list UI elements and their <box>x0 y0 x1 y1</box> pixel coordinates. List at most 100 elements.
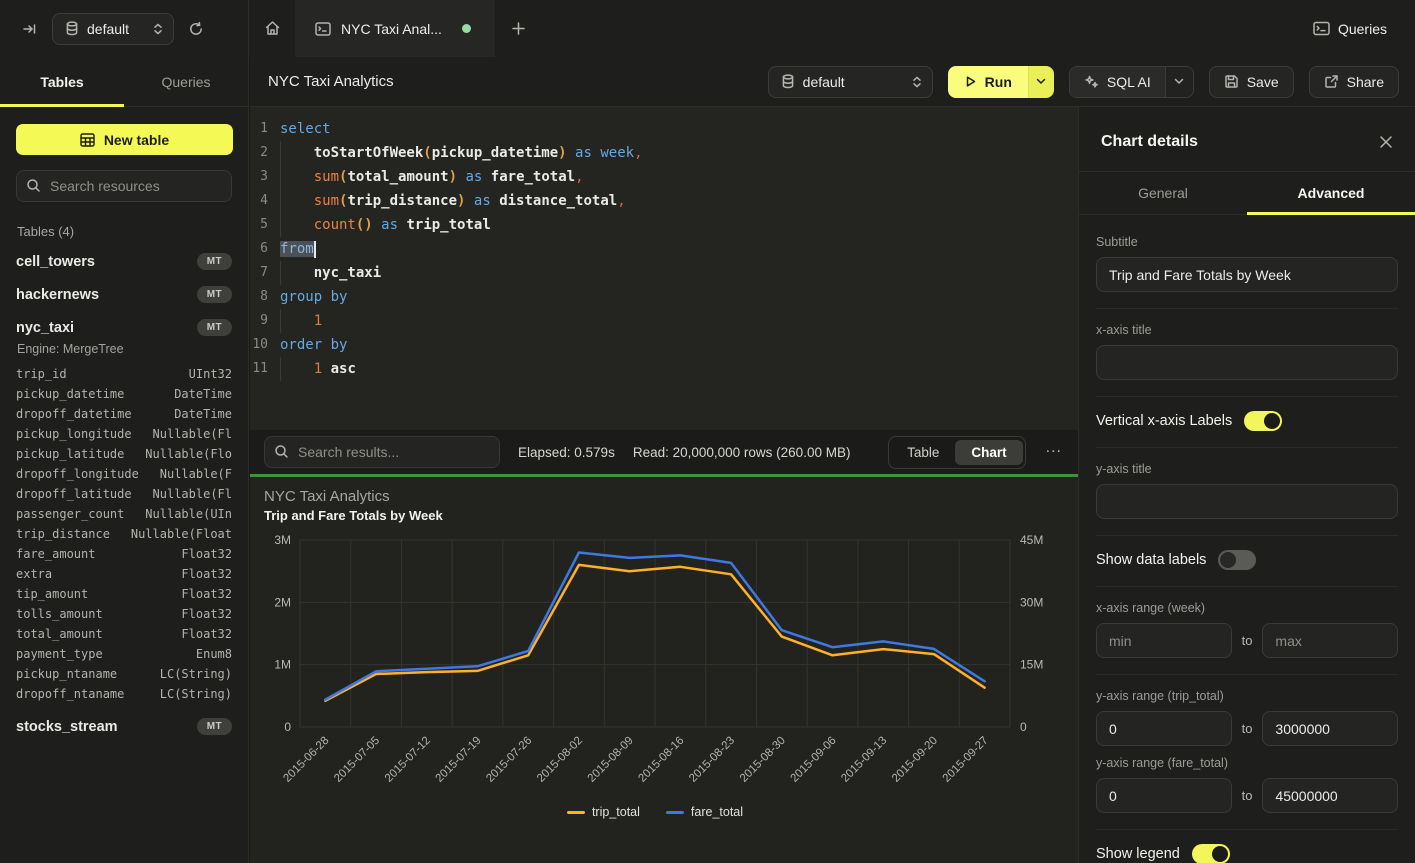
more-options-button[interactable]: ... <box>1044 439 1064 465</box>
legend-item-trip_total[interactable]: trip_total <box>567 805 640 819</box>
right-axis-tick: 45M <box>1020 533 1043 547</box>
sidebar-tab-tables[interactable]: Tables <box>0 57 124 106</box>
sql-editor[interactable]: 1select2 toStartOfWeek(pickup_datetime) … <box>250 107 1078 430</box>
sql-ai-caret[interactable] <box>1165 67 1193 97</box>
database-selector-toolbar[interactable]: default <box>768 66 933 98</box>
column-row: total_amountFloat32 <box>16 624 232 644</box>
resource-search-input[interactable] <box>16 170 232 202</box>
show-legend-toggle[interactable] <box>1192 844 1230 863</box>
code-token <box>280 193 314 209</box>
engine-badge: MT <box>197 253 232 270</box>
column-type: Nullable(F <box>160 464 232 484</box>
run-label: Run <box>985 74 1012 90</box>
column-name: tolls_amount <box>16 604 103 624</box>
results-search-input[interactable] <box>264 436 500 468</box>
tab-nyc-taxi-analytics[interactable]: NYC Taxi Anal... <box>295 0 495 57</box>
x-axis-label: 2015-08-16 <box>636 735 686 785</box>
column-type: Nullable(Flo <box>145 444 232 464</box>
column-name: fare_amount <box>16 544 95 564</box>
table-row[interactable]: stocks_streamMT <box>16 710 232 743</box>
legend-swatch <box>666 811 684 814</box>
share-button[interactable]: Share <box>1309 66 1399 98</box>
table-row[interactable]: cell_towersMT <box>16 245 232 278</box>
show-data-labels-toggle[interactable] <box>1218 550 1256 570</box>
sql-ai-button[interactable]: SQL AI <box>1070 67 1165 97</box>
yaxis-range-trip-label: y-axis range (trip_total) <box>1096 689 1398 703</box>
sql-ai-label: SQL AI <box>1107 74 1151 90</box>
code-token: distance_total <box>499 193 617 209</box>
elapsed-time: Elapsed: 0.579s <box>518 445 615 460</box>
results-toolbar: Elapsed: 0.579s Read: 20,000,000 rows (2… <box>250 430 1078 477</box>
sidebar-tab-queries[interactable]: Queries <box>124 57 248 106</box>
text-cursor <box>314 241 316 258</box>
table-row[interactable]: nyc_taxiMT <box>16 311 232 344</box>
run-button[interactable]: Run <box>948 66 1028 98</box>
code-token: sum <box>314 193 339 209</box>
line-number: 2 <box>250 141 280 165</box>
new-table-button[interactable]: New table <box>16 124 233 155</box>
x-axis-label: 2015-08-30 <box>738 735 788 785</box>
left-axis-tick: 1M <box>274 658 291 672</box>
code-token: trip_distance <box>347 193 457 209</box>
column-name: passenger_count <box>16 504 124 524</box>
line-code: select <box>280 117 331 141</box>
column-type: DateTime <box>174 384 232 404</box>
database-selector-top[interactable]: default <box>52 13 174 45</box>
panel-tab-advanced[interactable]: Advanced <box>1247 172 1415 214</box>
x-axis-label: 2015-06-28 <box>281 735 331 785</box>
vertical-xaxis-labels-toggle[interactable] <box>1244 411 1282 431</box>
new-tab-button[interactable] <box>495 0 541 57</box>
xaxis-range-max-input[interactable] <box>1262 623 1398 658</box>
code-token: select <box>280 121 331 137</box>
code-token <box>280 169 314 185</box>
table-view-tab[interactable]: Table <box>891 440 955 465</box>
subtitle-label: Subtitle <box>1096 235 1398 249</box>
yaxis-range-fare-row: to <box>1096 778 1398 813</box>
code-token: ) <box>449 169 457 185</box>
yaxis-range-fare-min-input[interactable] <box>1096 778 1232 813</box>
table-row[interactable]: hackernewsMT <box>16 278 232 311</box>
column-row: dropoff_datetimeDateTime <box>16 404 232 424</box>
line-number: 11 <box>250 357 280 381</box>
code-token: pickup_datetime <box>432 145 558 161</box>
new-table-label: New table <box>104 132 169 148</box>
left-axis-tick: 0 <box>284 720 291 734</box>
line-number: 5 <box>250 213 280 237</box>
column-name: pickup_longitude <box>16 424 132 444</box>
search-icon <box>26 178 41 193</box>
tables-section-title: Tables (4) <box>17 224 232 239</box>
code-token: count <box>314 217 356 233</box>
tab-strip: NYC Taxi Anal... <box>249 0 541 57</box>
close-icon[interactable] <box>1379 135 1393 149</box>
rows-read: Read: 20,000,000 rows (260.00 MB) <box>633 445 851 460</box>
save-button[interactable]: Save <box>1209 66 1294 98</box>
xaxis-title-input[interactable] <box>1096 345 1398 380</box>
topbar-left: default <box>0 0 249 57</box>
code-token: , <box>634 145 642 161</box>
right-axis-tick: 0 <box>1020 720 1027 734</box>
right-axis-tick: 30M <box>1020 595 1043 609</box>
yaxis-title-label: y-axis title <box>1096 462 1398 476</box>
column-type: Float32 <box>181 564 232 584</box>
x-axis-label: 2015-07-19 <box>434 735 484 785</box>
panel-tab-general[interactable]: General <box>1079 172 1247 214</box>
yaxis-range-trip-max-input[interactable] <box>1262 711 1398 746</box>
subtitle-input[interactable] <box>1096 257 1398 292</box>
column-name: extra <box>16 564 52 584</box>
chart-view-tab[interactable]: Chart <box>955 440 1022 465</box>
code-token <box>465 193 473 209</box>
yaxis-range-trip-min-input[interactable] <box>1096 711 1232 746</box>
column-name: trip_id <box>16 364 67 384</box>
yaxis-title-input[interactable] <box>1096 484 1398 519</box>
xaxis-range-min-input[interactable] <box>1096 623 1232 658</box>
refresh-icon[interactable] <box>188 21 204 37</box>
code-token: trip_total <box>406 217 490 233</box>
legend-item-fare_total[interactable]: fare_total <box>666 805 743 819</box>
queries-button[interactable]: Queries <box>1313 0 1415 57</box>
column-name: dropoff_longitude <box>16 464 139 484</box>
collapse-sidebar-icon[interactable] <box>22 21 38 37</box>
run-options-caret[interactable] <box>1028 66 1054 98</box>
yaxis-range-fare-max-input[interactable] <box>1262 778 1398 813</box>
column-name: dropoff_datetime <box>16 404 132 424</box>
home-button[interactable] <box>249 0 295 57</box>
